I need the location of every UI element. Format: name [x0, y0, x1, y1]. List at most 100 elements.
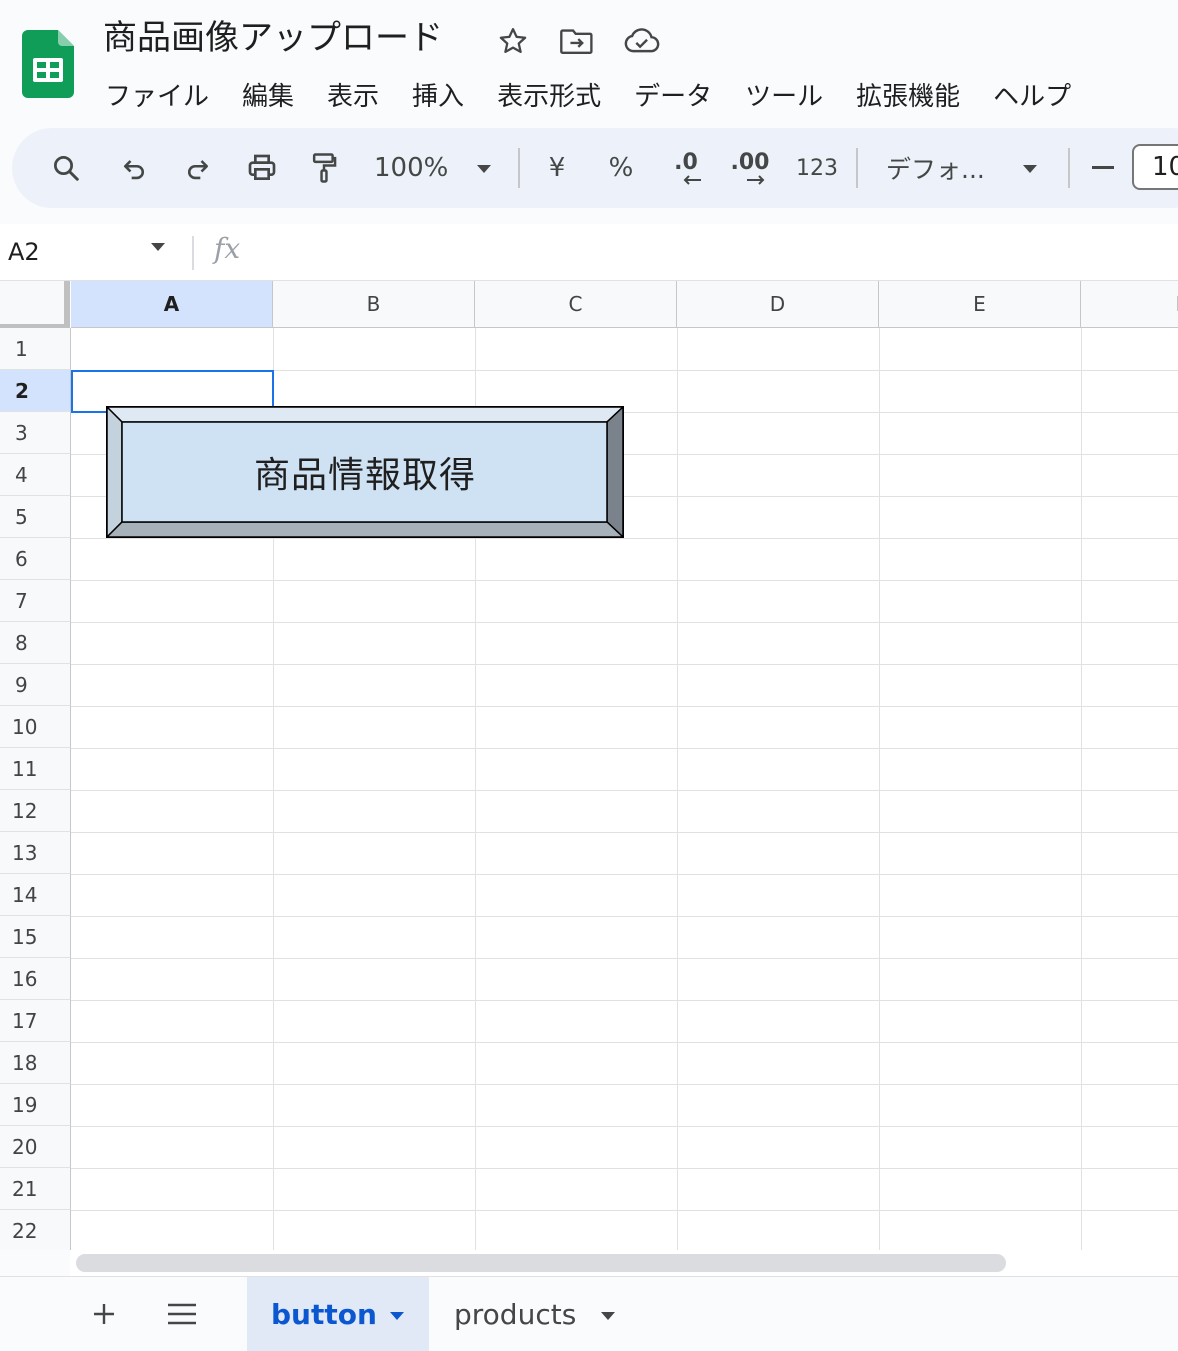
row-header[interactable]: 21 — [0, 1168, 71, 1210]
row-header[interactable]: 15 — [0, 916, 71, 958]
chevron-down-icon[interactable] — [600, 1311, 616, 1321]
row-header[interactable]: 5 — [0, 496, 71, 538]
search-icon[interactable] — [46, 128, 86, 208]
chevron-down-icon — [477, 165, 491, 173]
add-sheet-icon[interactable] — [84, 1277, 124, 1351]
row-header[interactable]: 12 — [0, 790, 71, 832]
paint-format-icon[interactable] — [304, 128, 344, 208]
menu-insert[interactable]: 挿入 — [412, 76, 464, 113]
formula-divider — [192, 236, 194, 270]
column-header-c[interactable]: C — [475, 281, 677, 328]
row-header[interactable]: 16 — [0, 958, 71, 1000]
formula-input[interactable] — [260, 230, 1160, 274]
gridline — [71, 748, 1178, 749]
row-header[interactable]: 1 — [0, 328, 71, 370]
menu-edit[interactable]: 編集 — [242, 76, 294, 113]
gridline — [71, 916, 1178, 917]
gridline — [677, 328, 678, 1250]
column-header-a[interactable]: A — [71, 281, 273, 328]
row-header[interactable]: 22 — [0, 1210, 71, 1250]
row-header[interactable]: 17 — [0, 1000, 71, 1042]
row-header[interactable]: 13 — [0, 832, 71, 874]
gridline — [71, 958, 1178, 959]
row-header[interactable]: 10 — [0, 706, 71, 748]
menu-help[interactable]: ヘルプ — [993, 76, 1071, 113]
menu-extensions[interactable]: 拡張機能 — [856, 76, 960, 113]
sheet-tab-label: products — [454, 1297, 577, 1331]
spreadsheet-grid[interactable]: A B C D E F 1 2 3 4 5 6 7 8 9 10 11 12 1… — [0, 281, 1178, 1250]
column-header-b[interactable]: B — [273, 281, 475, 328]
gridline — [71, 1126, 1178, 1127]
chevron-down-icon[interactable] — [389, 1311, 405, 1321]
row-header[interactable]: 19 — [0, 1084, 71, 1126]
row-header[interactable]: 2 — [0, 370, 71, 412]
row-header[interactable]: 20 — [0, 1126, 71, 1168]
increase-decimal-button[interactable]: .00 — [728, 128, 772, 208]
all-sheets-menu-icon[interactable] — [162, 1277, 202, 1351]
gridline — [71, 1168, 1178, 1169]
sheet-tab-products[interactable]: products — [430, 1277, 640, 1351]
gridline — [879, 328, 880, 1250]
row-header[interactable]: 4 — [0, 454, 71, 496]
gridline — [71, 874, 1178, 875]
fx-icon: fx — [214, 232, 241, 265]
sheets-logo-icon[interactable] — [22, 30, 74, 98]
print-icon[interactable] — [242, 128, 282, 208]
minus-icon — [1092, 166, 1114, 169]
horizontal-scrollbar[interactable] — [70, 1250, 1178, 1276]
move-folder-icon[interactable] — [560, 24, 594, 58]
row-header[interactable]: 6 — [0, 538, 71, 580]
decrease-decimal-button[interactable]: .0 — [664, 128, 708, 208]
gridline — [71, 1210, 1178, 1211]
scrollbar-thumb[interactable] — [76, 1254, 1006, 1272]
star-icon[interactable] — [496, 24, 530, 58]
gridline — [71, 790, 1178, 791]
column-header-e[interactable]: E — [879, 281, 1081, 328]
row-header[interactable]: 8 — [0, 622, 71, 664]
menu-format[interactable]: 表示形式 — [497, 76, 601, 113]
percent-format-button[interactable]: % — [606, 128, 636, 208]
row-header[interactable]: 14 — [0, 874, 71, 916]
undo-icon[interactable] — [114, 128, 154, 208]
number-format-button[interactable]: 123 — [792, 128, 842, 208]
row-header[interactable]: 11 — [0, 748, 71, 790]
toolbar: 100% ¥ % .0 .00 123 デフォ... 10 — [12, 128, 1178, 208]
row-header[interactable]: 18 — [0, 1042, 71, 1084]
zoom-select[interactable]: 100% — [374, 128, 514, 208]
button-label: 商品情報取得 — [253, 455, 476, 496]
row-header[interactable]: 3 — [0, 412, 71, 454]
gridline — [71, 1042, 1178, 1043]
sheet-tab-button[interactable]: button — [247, 1277, 429, 1351]
document-title[interactable]: 商品画像アップロード — [103, 14, 443, 62]
font-family-select[interactable]: デフォ... — [886, 128, 1046, 208]
formula-bar: A2 fx — [0, 224, 1178, 281]
name-box[interactable]: A2 — [8, 234, 40, 270]
menu-view[interactable]: 表示 — [327, 76, 379, 113]
toolbar-divider — [518, 148, 520, 188]
gridline — [71, 1000, 1178, 1001]
toolbar-divider — [856, 148, 858, 188]
row-header[interactable]: 9 — [0, 664, 71, 706]
zoom-value: 100% — [374, 153, 449, 183]
column-header-f[interactable]: F — [1081, 281, 1178, 328]
decrease-font-size-button[interactable] — [1088, 128, 1118, 208]
fetch-product-info-button[interactable]: 商品情報取得 — [105, 405, 625, 539]
row-header[interactable]: 7 — [0, 580, 71, 622]
sheet-tab-label: button — [271, 1297, 377, 1331]
chevron-down-icon[interactable] — [150, 242, 166, 252]
select-all-corner[interactable] — [0, 281, 70, 328]
arrow-left-icon — [683, 175, 701, 185]
gridline — [1081, 328, 1082, 1250]
font-size-input[interactable]: 10 — [1132, 144, 1178, 190]
column-header-d[interactable]: D — [677, 281, 879, 328]
cloud-saved-icon[interactable] — [622, 24, 662, 58]
sheet-tab-bar: button products — [0, 1276, 1178, 1351]
menu-tools[interactable]: ツール — [745, 76, 823, 113]
gridline — [71, 538, 1178, 539]
redo-icon[interactable] — [178, 128, 218, 208]
currency-format-button[interactable]: ¥ — [542, 128, 572, 208]
chevron-down-icon — [1023, 165, 1037, 173]
gridline — [71, 664, 1178, 665]
menu-file[interactable]: ファイル — [105, 76, 209, 113]
menu-data[interactable]: データ — [634, 76, 712, 113]
